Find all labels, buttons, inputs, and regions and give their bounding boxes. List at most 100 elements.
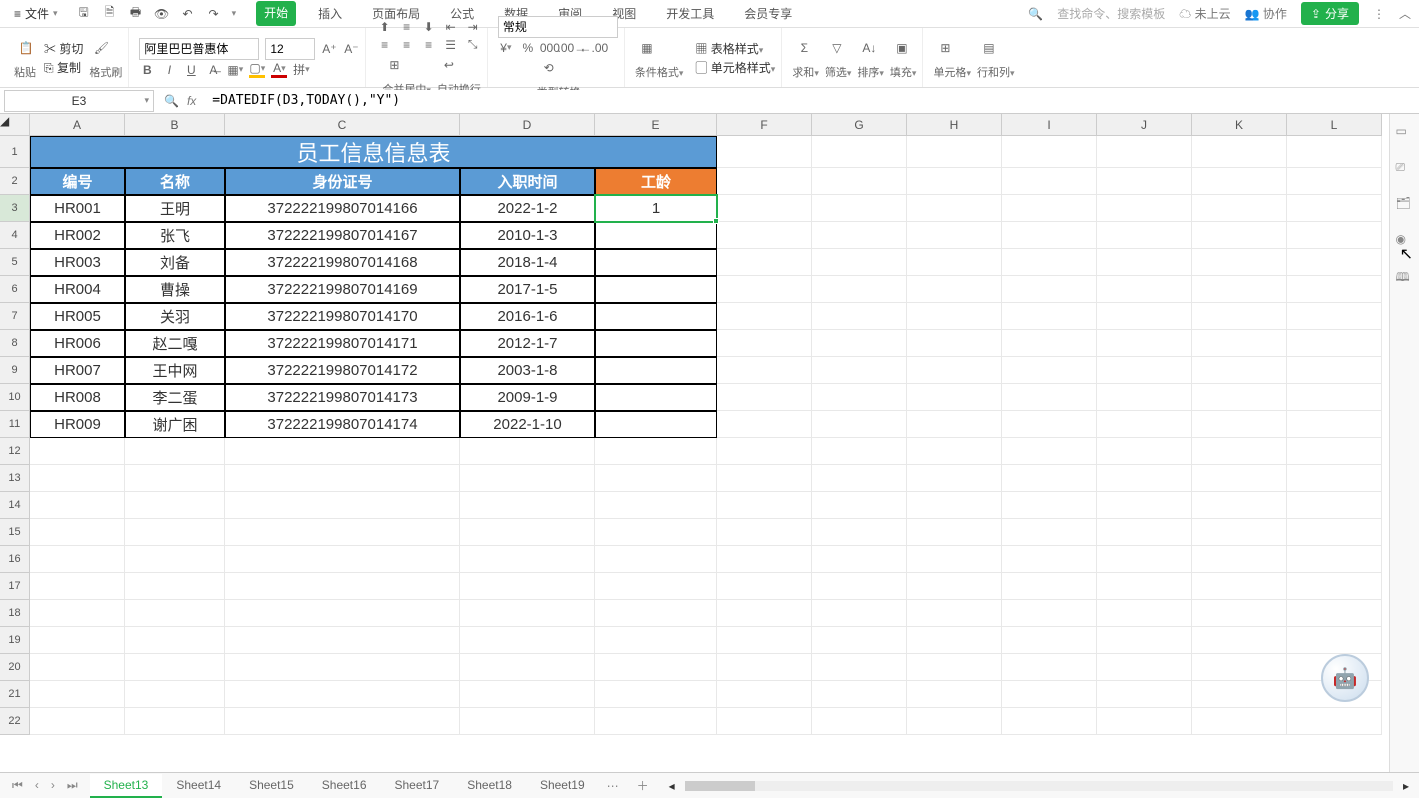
cell-L7[interactable] — [1287, 303, 1382, 330]
sheet-tab-Sheet18[interactable]: Sheet18 — [453, 774, 526, 798]
sheet-tab-Sheet15[interactable]: Sheet15 — [235, 774, 308, 798]
cell-C14[interactable] — [225, 492, 460, 519]
cell-G14[interactable] — [812, 492, 907, 519]
cell-D21[interactable] — [460, 681, 595, 708]
col-header-C[interactable]: C — [225, 114, 460, 136]
cell-K19[interactable] — [1192, 627, 1287, 654]
cell-A11[interactable]: HR009 — [30, 411, 125, 438]
cell-E14[interactable] — [595, 492, 717, 519]
side-help-icon[interactable]: 🕮 — [1396, 268, 1414, 286]
horizontal-scrollbar[interactable]: ◂ ▸ — [659, 779, 1419, 793]
cell-E5[interactable] — [595, 249, 717, 276]
cell-B21[interactable] — [125, 681, 225, 708]
cell-B15[interactable] — [125, 519, 225, 546]
cell-L12[interactable] — [1287, 438, 1382, 465]
cell-B13[interactable] — [125, 465, 225, 492]
cell-I15[interactable] — [1002, 519, 1097, 546]
cell-L1[interactable] — [1287, 136, 1382, 168]
cell-I8[interactable] — [1002, 330, 1097, 357]
cell-D22[interactable] — [460, 708, 595, 735]
cell-I21[interactable] — [1002, 681, 1097, 708]
cell-D16[interactable] — [460, 546, 595, 573]
sheet-next-icon[interactable]: › — [47, 778, 59, 793]
cell-L18[interactable] — [1287, 600, 1382, 627]
tab-会员专享[interactable]: 会员专享 — [736, 1, 800, 26]
fill-handle[interactable] — [713, 218, 719, 224]
cell-H14[interactable] — [907, 492, 1002, 519]
cell-C15[interactable] — [225, 519, 460, 546]
cell-G11[interactable] — [812, 411, 907, 438]
orientation-icon[interactable]: ⤡ — [465, 37, 481, 53]
cell-F20[interactable] — [717, 654, 812, 681]
table-style-button[interactable]: ▦ 表格样式▾ — [695, 40, 763, 57]
cell-G19[interactable] — [812, 627, 907, 654]
cell-J3[interactable] — [1097, 195, 1192, 222]
row-header-15[interactable]: 15 — [0, 519, 30, 546]
search-input[interactable]: 查找命令、搜索模板 — [1057, 5, 1165, 22]
file-menu[interactable]: ≡文件▾ — [8, 3, 64, 24]
cell-I2[interactable] — [1002, 168, 1097, 195]
cell-B22[interactable] — [125, 708, 225, 735]
cell-A12[interactable] — [30, 438, 125, 465]
cell-I3[interactable] — [1002, 195, 1097, 222]
cell-G18[interactable] — [812, 600, 907, 627]
cell-B3[interactable]: 王明 — [125, 195, 225, 222]
cell-B17[interactable] — [125, 573, 225, 600]
cell-E6[interactable] — [595, 276, 717, 303]
cell-J6[interactable] — [1097, 276, 1192, 303]
cell-G15[interactable] — [812, 519, 907, 546]
phonetic-icon[interactable]: 拼▾ — [293, 62, 309, 78]
cell-K18[interactable] — [1192, 600, 1287, 627]
cell-style-button[interactable]: ▢ 单元格样式▾ — [695, 59, 775, 76]
side-analysis-icon[interactable]: ◉ — [1396, 232, 1414, 250]
sheet-last-icon[interactable]: ⏭ — [63, 778, 82, 793]
comma-icon[interactable]: 000 — [542, 40, 558, 56]
cell-G12[interactable] — [812, 438, 907, 465]
undo-icon[interactable]: ↶ — [180, 6, 196, 22]
cell-K22[interactable] — [1192, 708, 1287, 735]
row-header-21[interactable]: 21 — [0, 681, 30, 708]
cell-B11[interactable]: 谢广困 — [125, 411, 225, 438]
col-header-K[interactable]: K — [1192, 114, 1287, 136]
cell-K20[interactable] — [1192, 654, 1287, 681]
cell-B6[interactable]: 曹操 — [125, 276, 225, 303]
cell-E8[interactable] — [595, 330, 717, 357]
cell-D11[interactable]: 2022-1-10 — [460, 411, 595, 438]
side-select-icon[interactable]: ▭ — [1396, 124, 1414, 142]
align-right-icon[interactable]: ≡ — [421, 37, 437, 53]
format-painter-icon[interactable]: 🖌 — [89, 36, 113, 60]
cell-I10[interactable] — [1002, 384, 1097, 411]
cell-K6[interactable] — [1192, 276, 1287, 303]
cell-J17[interactable] — [1097, 573, 1192, 600]
sheet-tab-Sheet17[interactable]: Sheet17 — [381, 774, 454, 798]
cell-F3[interactable] — [717, 195, 812, 222]
cell-F17[interactable] — [717, 573, 812, 600]
cell-H19[interactable] — [907, 627, 1002, 654]
sheet-add-icon[interactable]: ＋ — [627, 777, 659, 794]
sheet-tab-Sheet13[interactable]: Sheet13 — [90, 774, 163, 798]
header-工龄[interactable]: 工龄 — [595, 168, 717, 195]
cell-G13[interactable] — [812, 465, 907, 492]
row-header-22[interactable]: 22 — [0, 708, 30, 735]
cell-K7[interactable] — [1192, 303, 1287, 330]
cell-C9[interactable]: 372222199807014172 — [225, 357, 460, 384]
print-icon[interactable]: 🖶 — [128, 6, 144, 22]
cell-B16[interactable] — [125, 546, 225, 573]
cell-L8[interactable] — [1287, 330, 1382, 357]
cell-A20[interactable] — [30, 654, 125, 681]
cell-D5[interactable]: 2018-1-4 — [460, 249, 595, 276]
cell-D10[interactable]: 2009-1-9 — [460, 384, 595, 411]
cell-D9[interactable]: 2003-1-8 — [460, 357, 595, 384]
cell-L4[interactable] — [1287, 222, 1382, 249]
cell-J20[interactable] — [1097, 654, 1192, 681]
row-header-1[interactable]: 1 — [0, 136, 30, 168]
cell-J8[interactable] — [1097, 330, 1192, 357]
cell-E9[interactable] — [595, 357, 717, 384]
font-color-icon[interactable]: A▾ — [271, 62, 287, 78]
cell-L2[interactable] — [1287, 168, 1382, 195]
align-center-icon[interactable]: ≡ — [399, 37, 415, 53]
assistant-bubble[interactable]: 🤖 — [1321, 654, 1369, 702]
cell-C13[interactable] — [225, 465, 460, 492]
cell-L5[interactable] — [1287, 249, 1382, 276]
cell-E16[interactable] — [595, 546, 717, 573]
